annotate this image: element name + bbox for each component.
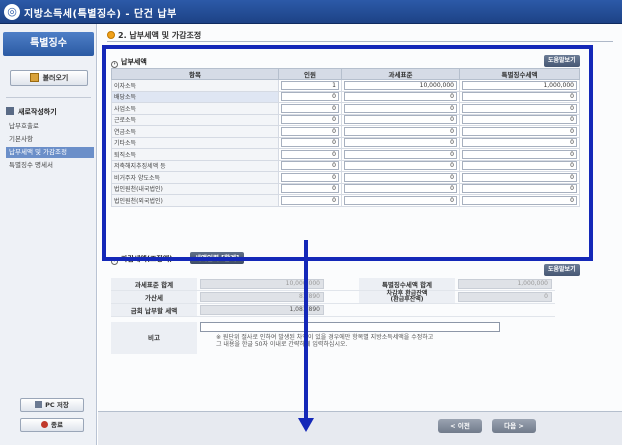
menu-item-payment-call[interactable]: 납부호출로 [6, 121, 94, 132]
save-icon [35, 401, 43, 408]
title-divider [107, 41, 613, 42]
sidebar: 특별징수 불러오기 새로작성하기 납부호출로 기본사항 납부세액 및 가감조정 … [0, 24, 97, 445]
menu-item-basic-info[interactable]: 기본사항 [6, 134, 94, 145]
summary-table: 과세표준 합계 10,000,000 특별징수세액 합계 1,000,000 가… [111, 278, 555, 317]
memo-input[interactable] [200, 322, 500, 332]
document-icon [6, 107, 14, 115]
summary-row: 가산세 81,890 차감후 환급잔액 (환급후잔액) 0 [111, 290, 555, 304]
title-bar: ◎ 지방소득세(특별징수) - 단건 납부 [0, 0, 622, 24]
app-logo-icon: ◎ [4, 4, 20, 20]
pc-save-button[interactable]: PC 저장 [20, 398, 84, 412]
tax-total-label: 특별징수세액 합계 [359, 278, 455, 291]
window-title: 지방소득세(특별징수) - 단건 납부 [24, 9, 177, 20]
memo-note: ※ 원단위 절사로 인하여 발생된 차액이 있을 경우에만 항목별 지방소득세액… [216, 334, 434, 348]
new-document-button[interactable]: 새로작성하기 [6, 107, 57, 117]
menu-item-statement[interactable]: 특별징수 명세서 [6, 160, 94, 171]
annotation-arrow-line [304, 240, 308, 420]
annotation-arrow-head-icon [298, 418, 314, 432]
page-title: 2. 납부세액 및 가감조정 [107, 30, 201, 41]
refund-value: 0 [458, 292, 552, 302]
step-bullet-icon [107, 31, 115, 39]
penalty-label: 가산세 [111, 290, 197, 304]
prev-button[interactable]: < 이전 [438, 419, 482, 433]
base-total-label: 과세표준 합계 [111, 278, 197, 291]
main-panel: 2. 납부세액 및 가감조정 › 납부세액 도움말보기 항목 인원 과세표준 특별… [98, 24, 622, 445]
exit-button[interactable]: 종료 [20, 418, 84, 432]
help-button-2[interactable]: 도움말보기 [544, 264, 580, 276]
pay-amount-label: 금회 납부할 세액 [111, 303, 197, 317]
memo-label: 비고 [111, 322, 197, 354]
summary-row: 과세표준 합계 10,000,000 특별징수세액 합계 1,000,000 [111, 278, 555, 291]
load-button[interactable]: 불러오기 [10, 70, 88, 86]
annotation-highlight-box [102, 45, 593, 261]
next-button[interactable]: 다음 > [492, 419, 536, 433]
exit-icon [41, 421, 49, 428]
footer-bar: < 이전 다음 > [98, 411, 622, 445]
menu-item-tax-adjust[interactable]: 납부세액 및 가감조정 [6, 147, 94, 158]
sidebar-header: 특별징수 [3, 32, 94, 56]
tax-total-value: 1,000,000 [458, 279, 552, 289]
summary-row: 금회 납부할 세액 1,081,890 [111, 303, 555, 317]
divider [6, 97, 91, 98]
refund-label: 차감후 환급잔액 (환급후잔액) [359, 290, 455, 304]
folder-icon [29, 73, 39, 82]
